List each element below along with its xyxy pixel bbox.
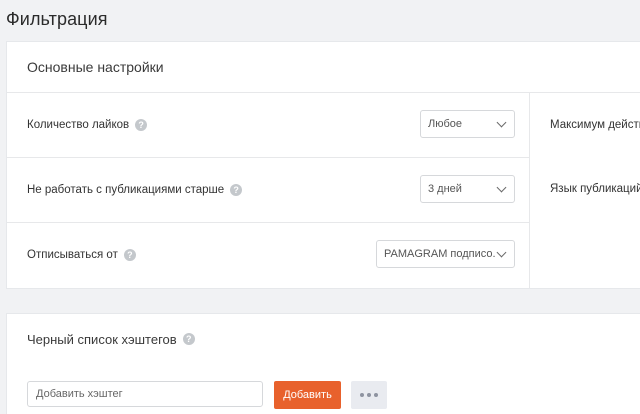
older-posts-label: Не работать с публикациями старше [27, 184, 225, 196]
unsubscribe-select[interactable]: PAMAGRAM подписо.. [376, 240, 515, 268]
main-settings-title: Основные настройки [7, 42, 640, 93]
settings-left-column: Количество лайков ? Любое Не работать с … [7, 93, 530, 288]
more-options-button[interactable] [351, 381, 387, 409]
main-settings-card: Основные настройки Количество лайков ? Л… [7, 42, 640, 288]
older-posts-value: 3 дней [428, 183, 462, 195]
blacklist-header: Черный список хэштегов ? [7, 314, 640, 364]
likes-count-value: Любое [428, 118, 463, 130]
question-icon[interactable]: ? [123, 249, 136, 261]
max-actions-row: Максимум действи [530, 93, 640, 157]
page-title: Фильтрация [6, 9, 108, 29]
unsubscribe-label: Отписываться от [27, 249, 118, 261]
chevron-down-icon [496, 247, 507, 258]
chevron-down-icon [496, 117, 507, 128]
more-dots-icon [374, 393, 378, 397]
post-language-label: Язык публикаций [550, 183, 640, 195]
settings-columns: Количество лайков ? Любое Не работать с … [7, 93, 640, 288]
post-language-row: Язык публикаций [530, 157, 640, 221]
question-icon[interactable]: ? [182, 333, 195, 345]
max-actions-label: Максимум действи [550, 119, 640, 131]
more-dots-icon [360, 393, 364, 397]
likes-count-select[interactable]: Любое [420, 110, 515, 138]
likes-count-label: Количество лайков [27, 119, 130, 131]
settings-right-column: Максимум действи Язык публикаций [530, 93, 640, 288]
chevron-down-icon [496, 182, 507, 193]
more-dots-icon [367, 393, 371, 397]
unsubscribe-value: PAMAGRAM подписо.. [384, 248, 496, 260]
older-posts-select[interactable]: 3 дней [420, 175, 515, 203]
likes-count-row: Количество лайков ? Любое [7, 93, 529, 158]
question-icon[interactable]: ? [135, 119, 148, 131]
older-posts-row: Не работать с публикациями старше ? 3 дн… [7, 158, 529, 223]
hashtag-input[interactable] [27, 381, 263, 407]
unsubscribe-row: Отписываться от ? PAMAGRAM подписо.. [7, 223, 529, 287]
question-icon[interactable]: ? [230, 184, 243, 196]
add-hashtag-button[interactable]: Добавить [274, 381, 341, 409]
blacklist-title: Черный список хэштегов [27, 331, 177, 347]
hashtag-blacklist-card: Черный список хэштегов ? Добавить [7, 314, 640, 414]
